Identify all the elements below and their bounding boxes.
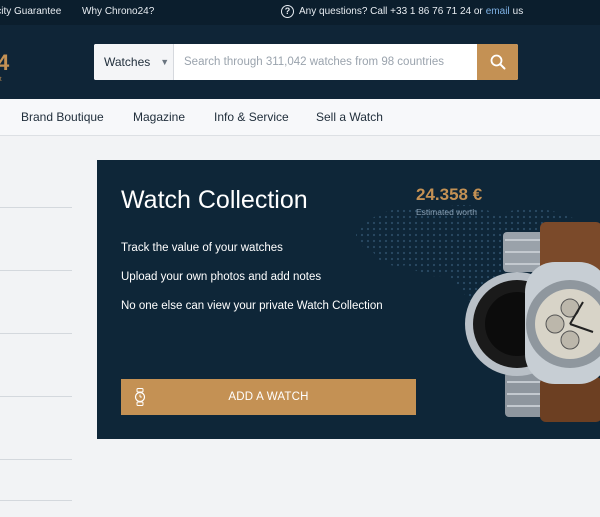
topbar-links: icity Guarantee Why Chrono24? xyxy=(0,6,172,17)
nav-magazine[interactable]: Magazine xyxy=(133,110,185,124)
search-bar: Watches ▼ xyxy=(94,44,518,80)
category-select[interactable]: Watches ▼ xyxy=(94,44,174,80)
sidebar-divider xyxy=(0,500,72,501)
search-icon xyxy=(490,54,505,70)
watch-product-image xyxy=(465,222,600,422)
logo-tagline: t xyxy=(0,77,2,83)
nav-brand-boutique[interactable]: Brand Boutique xyxy=(21,110,104,124)
main-nav: Brand Boutique Magazine Info & Service S… xyxy=(0,99,600,136)
watch-icon xyxy=(134,388,146,406)
sidebar-divider xyxy=(0,270,72,271)
site-header: 4 t Watches ▼ xyxy=(0,25,600,99)
authenticity-guarantee-link[interactable]: icity Guarantee xyxy=(0,6,61,17)
add-watch-button[interactable]: ADD A WATCH xyxy=(121,379,416,415)
watch-collection-card: Watch Collection 24.358 € Estimated wort… xyxy=(97,160,600,439)
logo[interactable]: 4 xyxy=(0,50,9,76)
category-select-value: Watches xyxy=(104,55,151,69)
contact-info: ? Any questions? Call +33 1 86 76 71 24 … xyxy=(281,5,523,18)
sidebar-divider xyxy=(0,459,72,460)
feature-private-collection: No one else can view your private Watch … xyxy=(121,300,383,312)
estimated-worth-value: 24.358 € xyxy=(416,185,483,204)
estimated-worth-label: Estimated worth xyxy=(416,207,477,217)
feature-upload-photos: Upload your own photos and add notes xyxy=(121,271,322,283)
add-watch-label: ADD A WATCH xyxy=(228,391,309,403)
contact-text: Any questions? Call +33 1 86 76 71 24 or xyxy=(299,6,483,17)
sidebar-divider xyxy=(0,333,72,334)
question-circle-icon: ? xyxy=(281,5,294,18)
nav-sell-a-watch[interactable]: Sell a Watch xyxy=(316,110,383,124)
collection-title: Watch Collection xyxy=(121,186,308,214)
sidebar-divider xyxy=(0,396,72,397)
chevron-down-icon: ▼ xyxy=(160,57,170,67)
why-chrono24-link[interactable]: Why Chrono24? xyxy=(82,6,154,17)
top-utility-bar: icity Guarantee Why Chrono24? ? Any ques… xyxy=(0,0,600,25)
sidebar-divider xyxy=(0,207,72,208)
feature-track-value: Track the value of your watches xyxy=(121,242,283,254)
nav-info-service[interactable]: Info & Service xyxy=(214,110,289,124)
search-input[interactable] xyxy=(174,44,477,80)
contact-us-text: us xyxy=(512,6,524,17)
email-link[interactable]: email xyxy=(486,6,510,17)
search-button[interactable] xyxy=(477,44,518,80)
